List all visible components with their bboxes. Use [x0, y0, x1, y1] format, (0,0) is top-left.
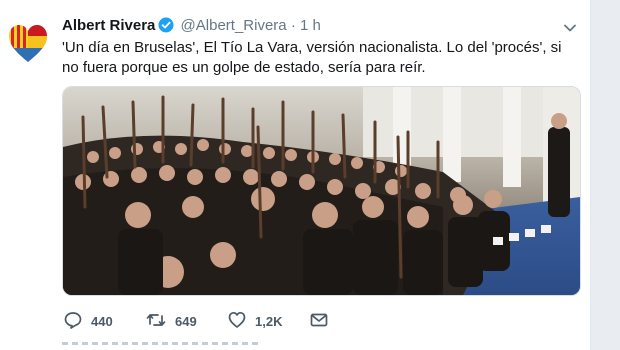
- reply-button[interactable]: 440: [64, 309, 113, 333]
- tweet-card[interactable]: Albert Rivera @Albert_Rivera · 1 h 'Un d…: [0, 0, 591, 350]
- timeline-gutter: [591, 0, 620, 350]
- tweet-actions: 440 649 1,2K: [62, 309, 482, 333]
- next-tweet-hint: [62, 342, 262, 345]
- author-name[interactable]: Albert Rivera: [62, 17, 155, 34]
- direct-message-button[interactable]: [310, 309, 337, 333]
- retweet-icon: [146, 311, 175, 332]
- chevron-down-icon[interactable]: [562, 20, 578, 36]
- tweet-header: Albert Rivera @Albert_Rivera · 1 h: [62, 17, 550, 38]
- like-count: 1,2K: [255, 313, 283, 329]
- retweet-button[interactable]: 649: [146, 309, 197, 333]
- tweet-photo[interactable]: [62, 86, 581, 296]
- tweet-timestamp[interactable]: 1 h: [300, 17, 321, 34]
- retweet-count: 649: [175, 313, 197, 329]
- tweet-text: 'Un día en Bruselas', El Tío La Vara, ve…: [62, 39, 562, 76]
- author-handle[interactable]: @Albert_Rivera: [181, 17, 287, 34]
- heart-icon: [228, 311, 255, 332]
- flag-heart-icon: [9, 25, 47, 62]
- photo-image: [63, 87, 580, 295]
- reply-icon: [64, 311, 91, 332]
- envelope-icon: [310, 311, 337, 332]
- verified-badge-icon: [158, 17, 174, 38]
- reply-count: 440: [91, 313, 113, 329]
- avatar[interactable]: [8, 24, 48, 64]
- like-button[interactable]: 1,2K: [228, 309, 282, 333]
- separator: ·: [290, 17, 296, 34]
